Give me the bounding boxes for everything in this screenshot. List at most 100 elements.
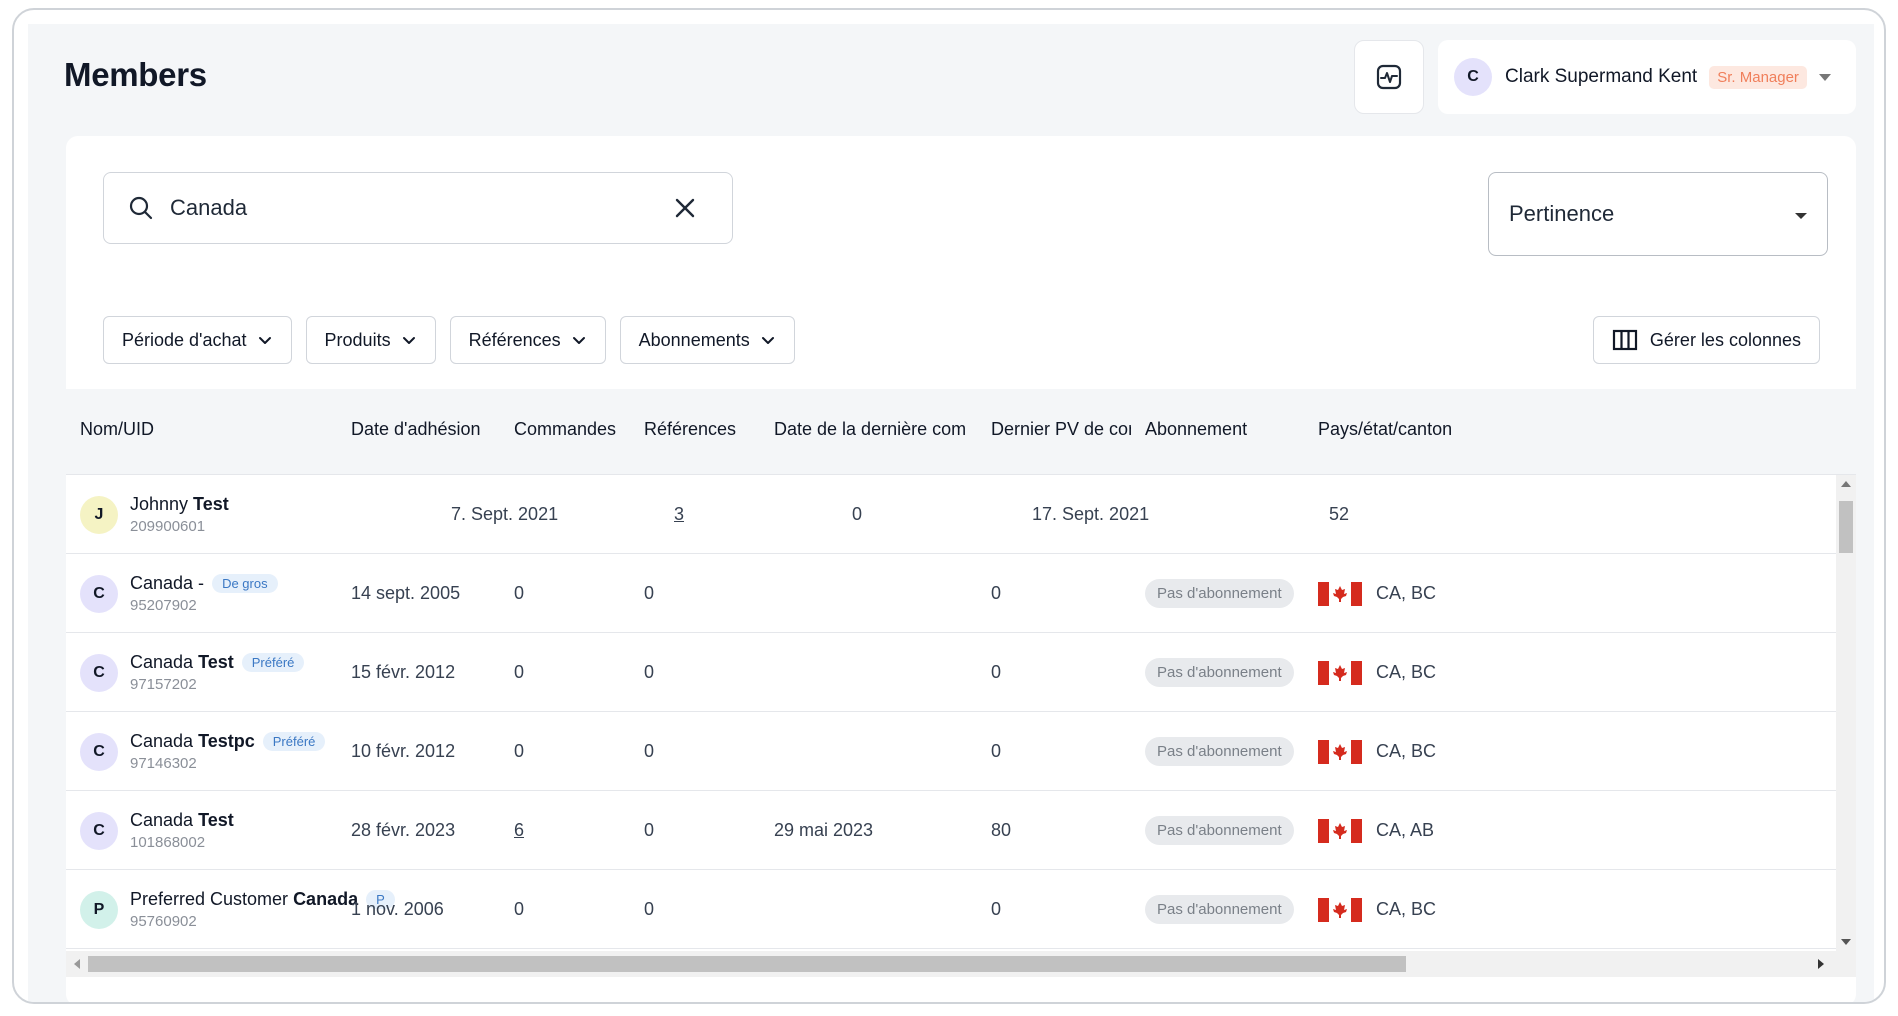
- activity-button[interactable]: [1354, 40, 1424, 114]
- member-name-cell: C Canada Test 101868002: [80, 791, 396, 870]
- horizontal-scrollbar[interactable]: [66, 951, 1856, 977]
- user-name: Clark Supermand Kent: [1505, 66, 1698, 87]
- country-text: CA, BC: [1376, 741, 1437, 761]
- country-cell: CA, BC: [1318, 554, 1436, 633]
- filter-products[interactable]: Produits: [305, 316, 436, 364]
- member-name-cell: C Canada Testpc Préféré 97146302: [80, 712, 396, 791]
- filter-subscriptions[interactable]: Abonnements: [619, 316, 795, 364]
- caret-down-icon: [1818, 73, 1831, 81]
- member-uid: 209900601: [130, 518, 206, 535]
- sort-select[interactable]: Pertinence: [1488, 172, 1828, 256]
- orders-cell: 6: [514, 791, 524, 870]
- member-uid: 97146302: [130, 755, 197, 772]
- country-cell: CA, BC: [1318, 633, 1436, 712]
- subscription-cell: Pas d'abonnement: [1145, 633, 1294, 712]
- scroll-down-arrow-icon[interactable]: [1841, 939, 1851, 945]
- table-row[interactable]: J Johnny Test 209900601 7. Sept. 2021 3 0…: [66, 475, 1836, 554]
- members-card: Canada Pertinence Période d'achat Produi…: [66, 136, 1856, 1002]
- scroll-left-arrow-icon[interactable]: [74, 959, 80, 969]
- last-pv-cell: 0: [991, 899, 1002, 919]
- table-row[interactable]: C Canada Test Préféré 97157202 15 févr. 20…: [66, 633, 1836, 712]
- table-body: J Johnny Test 209900601 7. Sept. 2021 3 0…: [66, 475, 1836, 951]
- column-header-orders[interactable]: Commandes: [514, 419, 634, 440]
- close-icon[interactable]: [672, 195, 698, 221]
- member-name-cell: C Canada - De gros 95207902: [80, 554, 396, 633]
- sort-value: Pertinence: [1509, 201, 1615, 226]
- canada-flag-icon: [1318, 581, 1362, 606]
- filter-label: Références: [468, 329, 561, 350]
- window-frame: Members C Clark Supermand Kent Sr. Manag…: [12, 8, 1886, 1004]
- orders-cell: 7. Sept. 2021: [451, 504, 559, 524]
- member-avatar: P: [80, 890, 118, 929]
- search-box[interactable]: Canada: [103, 172, 733, 244]
- subscription-cell: Pas d'abonnement: [1145, 712, 1294, 791]
- search-input[interactable]: Canada: [170, 195, 247, 221]
- user-menu[interactable]: C Clark Supermand Kent Sr. Manager: [1438, 40, 1856, 114]
- member-last-name[interactable]: Test: [193, 494, 229, 515]
- country-cell: 52: [1329, 504, 1350, 524]
- country-cell: CA, BC: [1318, 870, 1436, 949]
- column-header-references[interactable]: Références: [644, 419, 764, 440]
- scroll-right-arrow-icon[interactable]: [1818, 959, 1824, 969]
- member-first-name[interactable]: Canada: [130, 652, 193, 673]
- manage-columns-button[interactable]: Gérer les colonnes: [1592, 316, 1820, 364]
- orders-cell: 0: [514, 583, 525, 603]
- column-header-subscription[interactable]: Abonnement: [1145, 419, 1295, 440]
- column-header-last-pv[interactable]: Dernier PV de com: [991, 419, 1131, 440]
- references-cell: 3: [674, 475, 684, 554]
- references-cell: 0: [644, 662, 655, 682]
- table-row[interactable]: C Canada Testpc Préféré 97146302 10 févr. …: [66, 712, 1836, 791]
- member-last-name[interactable]: Testpc: [198, 731, 255, 752]
- member-first-name[interactable]: Canada -: [130, 573, 204, 594]
- references-link[interactable]: 3: [674, 504, 684, 525]
- subscription-badge: Pas d'abonnement: [1145, 816, 1294, 845]
- country-text: CA, BC: [1376, 899, 1437, 919]
- vertical-scrollbar[interactable]: [1836, 475, 1856, 951]
- member-avatar: C: [80, 653, 118, 692]
- column-header-name[interactable]: Nom/UID: [80, 419, 340, 440]
- vertical-scroll-thumb[interactable]: [1839, 501, 1853, 553]
- orders-cell: 0: [514, 741, 525, 761]
- references-cell: 0: [644, 583, 655, 603]
- table-row[interactable]: C Canada Test 101868002 28 févr. 2023 6 0…: [66, 791, 1836, 870]
- country-text: CA, BC: [1376, 583, 1437, 603]
- column-header-last-order[interactable]: Date de la dernière commar: [774, 419, 967, 440]
- country-text: CA, BC: [1376, 662, 1437, 682]
- member-last-name[interactable]: Test: [198, 652, 234, 673]
- column-header-country[interactable]: Pays/état/canton: [1318, 419, 1518, 440]
- member-last-name[interactable]: Canada: [293, 889, 358, 910]
- scroll-up-arrow-icon[interactable]: [1841, 481, 1851, 487]
- horizontal-scroll-thumb[interactable]: [88, 956, 1406, 972]
- member-avatar: C: [80, 811, 118, 850]
- column-header-joined[interactable]: Date d'adhésion: [351, 419, 501, 440]
- member-first-name[interactable]: Johnny: [130, 494, 188, 515]
- orders-cell: 0: [514, 662, 525, 682]
- last-pv-cell: 17. Sept. 2021: [1032, 504, 1150, 524]
- member-uid: 101868002: [130, 834, 206, 851]
- table-header: Nom/UID Date d'adhésion Commandes Référe…: [66, 389, 1856, 475]
- table-row[interactable]: C Canada - De gros 95207902 14 sept. 2005…: [66, 554, 1836, 633]
- filter-bar: Période d'achat Produits Références Abon…: [103, 316, 795, 364]
- filter-label: Produits: [324, 329, 391, 350]
- last-pv-cell: 0: [991, 662, 1002, 682]
- page-title: Members: [64, 56, 207, 93]
- member-first-name[interactable]: Canada: [130, 810, 193, 831]
- filter-references[interactable]: Références: [449, 316, 606, 364]
- member-avatar: J: [80, 495, 118, 534]
- joined-cell: 14 sept. 2005: [351, 583, 461, 603]
- caret-down-icon: [1795, 213, 1807, 219]
- country-cell: CA, BC: [1318, 712, 1436, 791]
- references-cell: 0: [644, 820, 655, 840]
- joined-cell: 28 févr. 2023: [351, 820, 456, 840]
- orders-cell: 0: [514, 899, 525, 919]
- subscription-cell: Pas d'abonnement: [1145, 870, 1294, 949]
- member-first-name[interactable]: Preferred Customer: [130, 889, 288, 910]
- tier-badge: De gros: [212, 574, 278, 593]
- filter-purchase-period[interactable]: Période d'achat: [103, 316, 292, 364]
- member-name-cell: J Johnny Test 209900601: [80, 475, 396, 554]
- orders-link[interactable]: 6: [514, 820, 524, 841]
- member-first-name[interactable]: Canada: [130, 731, 193, 752]
- role-badge: Sr. Manager: [1709, 65, 1807, 89]
- member-last-name[interactable]: Test: [198, 810, 234, 831]
- table-row[interactable]: P Preferred Customer Canada P 95760902 1 n…: [66, 870, 1836, 949]
